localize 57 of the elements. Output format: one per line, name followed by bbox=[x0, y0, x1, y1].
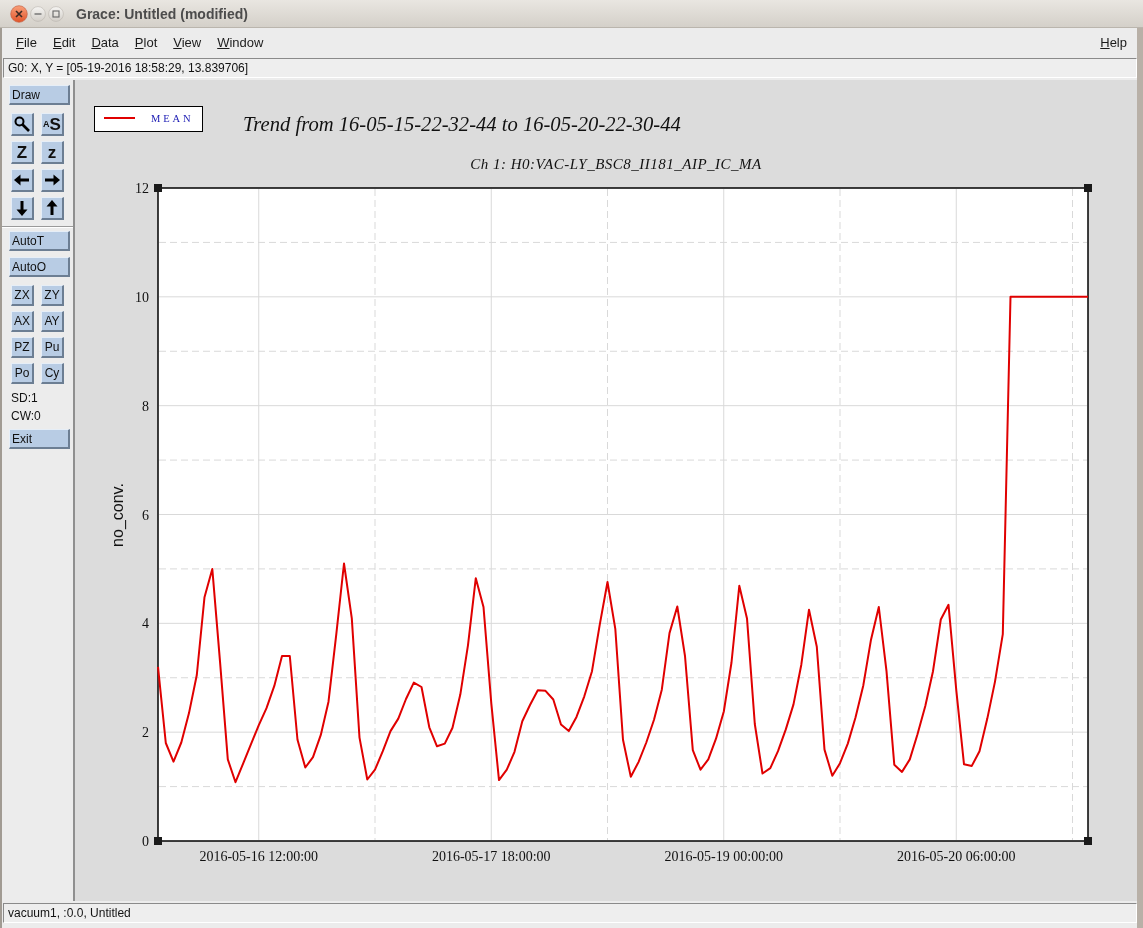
x-tick-label: 2016-05-16 12:00:00 bbox=[199, 849, 319, 864]
tool-button[interactable] bbox=[41, 197, 64, 220]
arrow-right-icon bbox=[44, 172, 60, 188]
arrow-left-icon bbox=[14, 172, 30, 188]
y-axis-label: no_conv. bbox=[109, 483, 126, 547]
toolbar-button[interactable]: ZX bbox=[11, 285, 34, 306]
chart-title: Trend from 16-05-15-22-32-44 to 16-05-20-22-30-44 bbox=[243, 113, 681, 135]
menu-item[interactable]: Edit bbox=[44, 33, 84, 52]
close-icon[interactable] bbox=[10, 4, 28, 23]
corner-handle[interactable] bbox=[154, 837, 162, 845]
toolbar-button[interactable]: AutoT bbox=[9, 231, 70, 251]
menu-item[interactable]: Help bbox=[1092, 33, 1135, 52]
corner-handle[interactable] bbox=[1084, 837, 1092, 845]
magnifier-icon bbox=[14, 116, 30, 132]
tool-button[interactable] bbox=[11, 197, 34, 220]
toolbar-button[interactable]: Po bbox=[11, 363, 34, 384]
legend-label: MEAN bbox=[151, 113, 194, 124]
draw-button[interactable]: Draw bbox=[9, 85, 70, 105]
menu-item[interactable]: Window bbox=[209, 33, 272, 52]
status-bar: vacuum1, :0.0, Untitled bbox=[3, 903, 1137, 923]
tool-button[interactable] bbox=[11, 113, 34, 136]
toolbar-button[interactable]: AY bbox=[41, 311, 64, 332]
y-tick-label: 2 bbox=[142, 725, 149, 741]
toolbar-button[interactable]: AutoO bbox=[9, 257, 70, 277]
tool-button[interactable]: z bbox=[41, 141, 64, 164]
toolbar-button[interactable]: PZ bbox=[11, 337, 34, 358]
arrow-up-icon bbox=[44, 200, 60, 216]
y-tick-label: 12 bbox=[135, 181, 149, 196]
x-tick-label: 2016-05-20 06:00:00 bbox=[896, 849, 1016, 864]
menu-item[interactable]: Data bbox=[83, 33, 127, 52]
toolbar-button[interactable]: AX bbox=[11, 311, 34, 332]
corner-handle[interactable] bbox=[1084, 184, 1092, 192]
window-title: Grace: Untitled (modified) bbox=[76, 5, 248, 22]
toolbar-button[interactable]: ZY bbox=[41, 285, 64, 306]
tool-button[interactable]: Z bbox=[11, 141, 34, 164]
x-tick-label: 2016-05-17 18:00:00 bbox=[431, 849, 551, 864]
menu-item[interactable]: View bbox=[165, 33, 210, 52]
x-tick-label: 2016-05-19 00:00:00 bbox=[664, 849, 784, 864]
toolbar-button[interactable]: Cy bbox=[41, 363, 64, 384]
y-tick-label: 6 bbox=[142, 507, 149, 523]
corner-handle[interactable] bbox=[154, 184, 162, 192]
coordinate-readout: G0: X, Y = [05-19-2016 18:58:29, 13.839706] bbox=[3, 58, 1137, 78]
y-tick-label: 4 bbox=[142, 616, 149, 632]
tool-button[interactable] bbox=[11, 169, 34, 192]
readout-text: CW:0 bbox=[11, 408, 41, 425]
tool-button[interactable]: $^{A}$S bbox=[41, 113, 64, 136]
y-tick-label: 0 bbox=[142, 834, 149, 849]
readout-text: SD:1 bbox=[11, 390, 39, 407]
menu-item[interactable]: Plot bbox=[126, 33, 166, 52]
arrow-down-icon bbox=[14, 200, 30, 216]
y-tick-label: 10 bbox=[135, 289, 149, 305]
exit-button[interactable]: Exit bbox=[9, 429, 70, 449]
tool-button[interactable] bbox=[41, 169, 64, 192]
toolbar-button[interactable]: Pu bbox=[41, 337, 64, 358]
chart-subtitle: Ch 1: H0:VAC-LY_BSC8_II181_AIP_IC_MA bbox=[470, 156, 762, 172]
y-tick-label: 8 bbox=[142, 398, 149, 414]
menu-item[interactable]: File bbox=[8, 33, 45, 52]
